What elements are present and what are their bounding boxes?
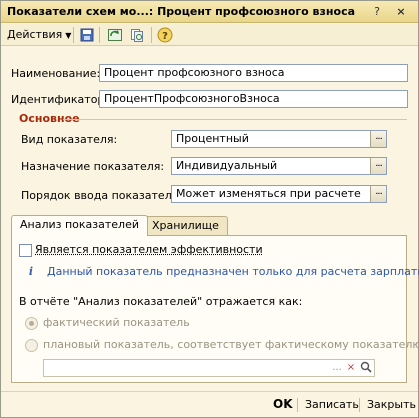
name-value: Процент профсоюзного взноса bbox=[104, 66, 285, 79]
help-icon[interactable]: ? bbox=[157, 27, 173, 43]
efficiency-label[interactable]: Является показателем эффективности bbox=[35, 243, 263, 256]
kind-label: Вид показателя: bbox=[21, 133, 118, 146]
kind-select-button[interactable]: ... bbox=[370, 131, 386, 147]
toolbar: Действия ▼ ? bbox=[1, 24, 418, 46]
report-label: В отчёте "Анализ показателей" отражается… bbox=[19, 295, 303, 308]
identifier-field[interactable]: ПроцентПрофсоюзногоВзноса bbox=[99, 90, 408, 108]
dialog-window: Показатели схем мо...: Процент профсоюзн… bbox=[0, 0, 419, 418]
title-bar[interactable]: Показатели схем мо...: Процент профсоюзн… bbox=[1, 1, 418, 23]
toolbar-separator bbox=[151, 27, 152, 43]
bottom-separator bbox=[359, 398, 360, 412]
actions-menu[interactable]: Действия ▼ bbox=[5, 27, 73, 43]
svg-text:?: ? bbox=[162, 31, 168, 42]
input-order-label: Порядок ввода показателя: bbox=[21, 189, 183, 202]
clear-icon[interactable]: × bbox=[344, 361, 358, 375]
radio-actual[interactable] bbox=[25, 317, 38, 330]
identifier-value: ПроцентПрофсоюзногоВзноса bbox=[104, 92, 280, 105]
toolbar-separator bbox=[99, 27, 100, 43]
actions-label: Действия bbox=[7, 28, 63, 41]
save-button[interactable]: Записать bbox=[305, 398, 359, 411]
input-order-select[interactable]: Может изменяться при расчете ... bbox=[171, 185, 387, 203]
window-title: Показатели схем мо...: Процент профсоюзн… bbox=[7, 5, 356, 18]
group-divider bbox=[63, 119, 407, 120]
search-icon[interactable] bbox=[359, 361, 373, 375]
purpose-label: Назначение показателя: bbox=[21, 160, 165, 173]
help-button[interactable]: ? bbox=[369, 4, 385, 20]
tab-storage[interactable]: Хранилище bbox=[143, 216, 228, 236]
radio-actual-label: фактический показатель bbox=[43, 316, 190, 329]
purpose-select[interactable]: Индивидуальный ... bbox=[171, 157, 387, 175]
info-text: Данный показатель предназначен только дл… bbox=[47, 265, 419, 278]
toolbar-separator bbox=[73, 27, 74, 43]
radio-planned-label: плановый показатель, соответствует факти… bbox=[43, 338, 419, 351]
name-label: Наименование: bbox=[11, 67, 101, 80]
select-button[interactable]: ... bbox=[330, 361, 344, 375]
info-icon: i bbox=[28, 265, 34, 278]
purpose-select-button[interactable]: ... bbox=[370, 158, 386, 174]
chevron-down-icon: ▼ bbox=[65, 31, 72, 40]
purpose-value: Индивидуальный bbox=[176, 159, 278, 172]
bottom-bar: OK Записать Закрыть bbox=[1, 391, 418, 417]
kind-select[interactable]: Процентный ... bbox=[171, 130, 387, 148]
close-button[interactable]: × bbox=[393, 4, 409, 20]
radio-planned[interactable] bbox=[25, 339, 38, 352]
bottom-separator bbox=[297, 398, 298, 412]
ok-button[interactable]: OK bbox=[273, 397, 293, 411]
refresh-icon[interactable] bbox=[107, 27, 123, 43]
close-window-button[interactable]: Закрыть bbox=[367, 398, 416, 411]
copy-icon[interactable] bbox=[129, 27, 145, 43]
kind-value: Процентный bbox=[176, 132, 249, 145]
input-order-select-button[interactable]: ... bbox=[370, 186, 386, 202]
identifier-label: Идентификатор: bbox=[11, 93, 109, 106]
input-order-value: Может изменяться при расчете bbox=[176, 187, 361, 200]
efficiency-checkbox[interactable] bbox=[19, 244, 32, 257]
tab-analysis[interactable]: Анализ показателей bbox=[11, 215, 149, 236]
save-and-close-icon[interactable] bbox=[79, 27, 95, 43]
planned-indicator-field[interactable]: ... × bbox=[43, 359, 375, 377]
name-field[interactable]: Процент профсоюзного взноса bbox=[99, 64, 408, 82]
